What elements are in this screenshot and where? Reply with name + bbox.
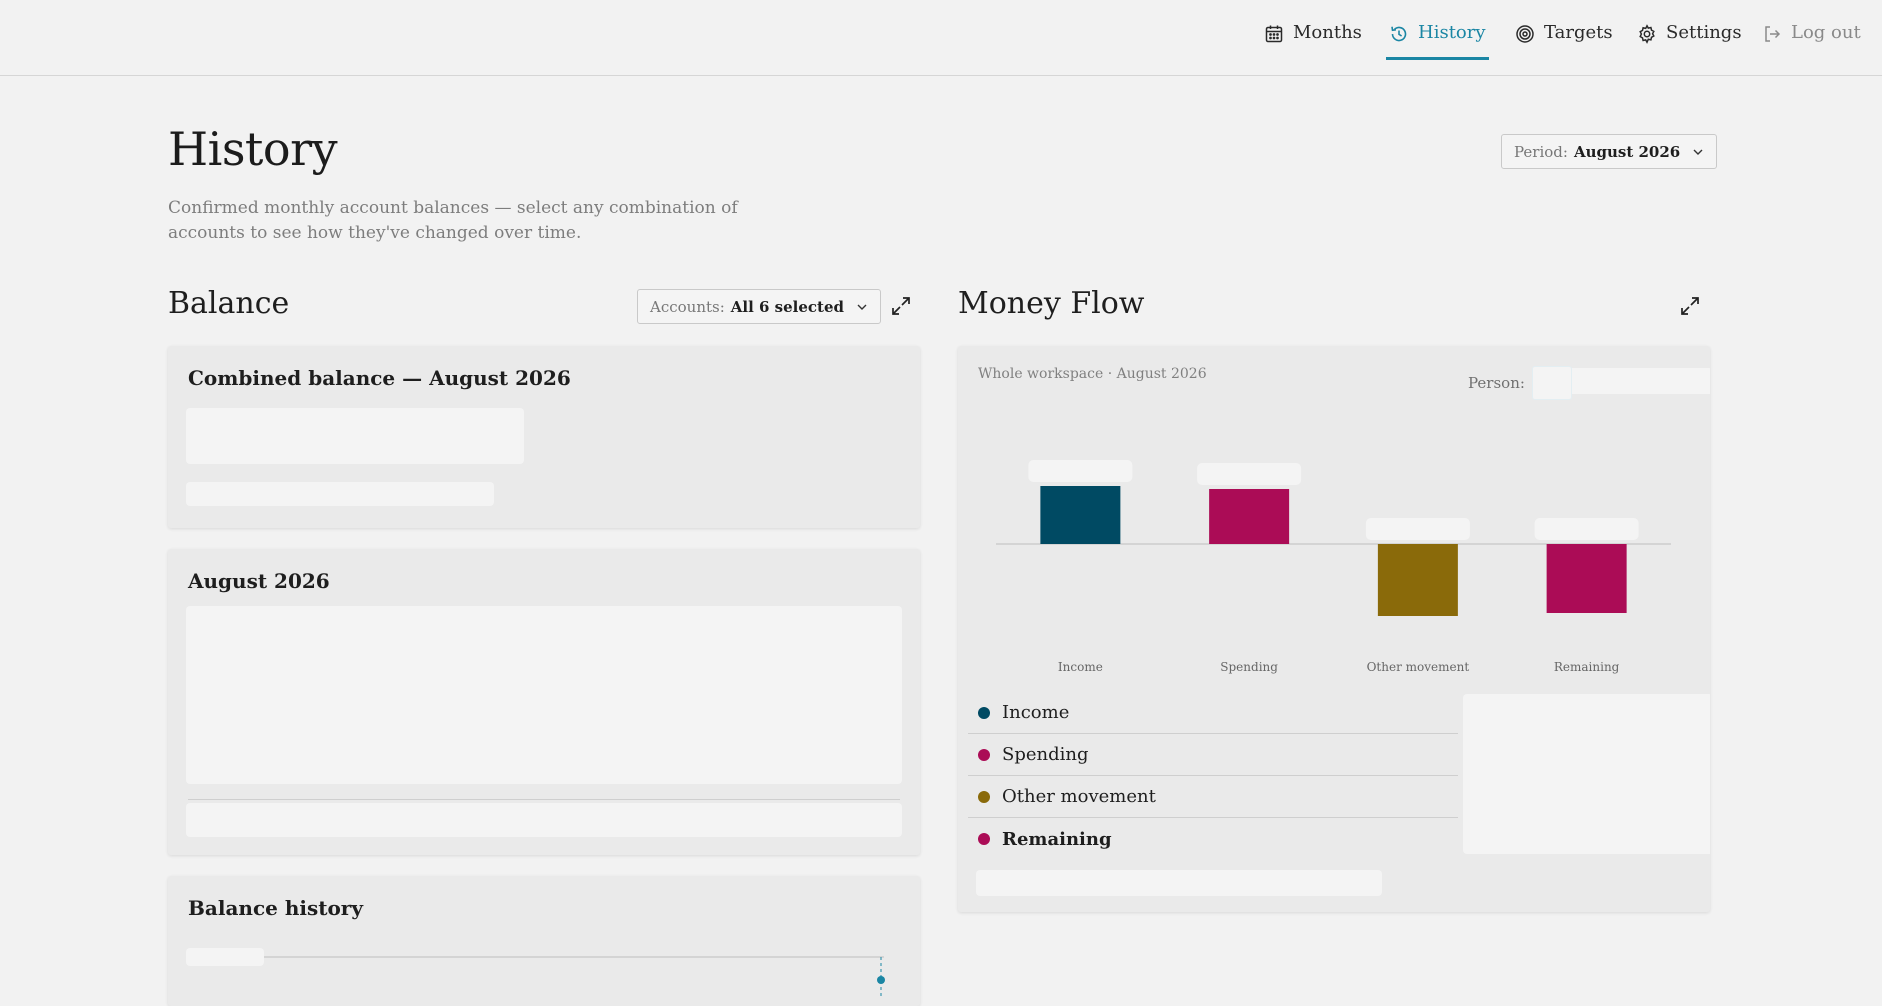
chevron-down-icon	[857, 304, 867, 310]
legend-item: Spending	[968, 734, 1458, 776]
target-icon	[1516, 25, 1534, 43]
legend-dot	[978, 833, 990, 845]
balance-history-axis-placeholder	[186, 948, 264, 966]
money-flow-values-placeholder	[1463, 694, 1710, 854]
legend-label: Spending	[1002, 744, 1089, 765]
period-label: Period:	[1514, 142, 1568, 161]
logout-icon	[1765, 26, 1781, 42]
money-flow-card: Whole workspace · August 2026 Person: In…	[958, 346, 1710, 912]
divider	[188, 799, 900, 800]
accounts-value: All 6 selected	[730, 297, 845, 316]
bar-remaining[interactable]	[1546, 544, 1627, 613]
gear-icon	[1639, 24, 1655, 44]
nav-history[interactable]: History	[1386, 22, 1489, 60]
nav-logout-label: Log out	[1791, 22, 1861, 43]
x-tick-label: Income	[1058, 660, 1103, 674]
combined-balance-card: Combined balance — August 2026	[168, 346, 920, 528]
legend-dot	[978, 748, 990, 761]
period-value: August 2026	[1573, 142, 1681, 161]
period-select[interactable]: Period: August 2026	[1501, 134, 1718, 169]
balance-history-card: Balance history	[168, 876, 920, 1006]
expand-balance-icon[interactable]	[890, 295, 912, 317]
bar-value-placeholder	[1197, 463, 1302, 485]
combined-balance-change-placeholder	[186, 482, 494, 506]
bar-spending[interactable]	[1209, 489, 1290, 544]
page-title: History	[168, 122, 338, 176]
bar-income[interactable]	[1040, 486, 1121, 544]
page-subtitle: Confirmed monthly account balances — sel…	[168, 198, 738, 243]
chevron-down-icon	[1693, 149, 1703, 155]
x-tick-label: Other movement	[1367, 660, 1470, 674]
money-flow-note-placeholder	[976, 870, 1382, 896]
balance-section-title: Balance	[168, 286, 290, 321]
legend-label: Other movement	[1002, 786, 1156, 807]
bar-value-placeholder	[1534, 518, 1639, 540]
money-flow-section-title: Money Flow	[958, 286, 1145, 321]
nav-logout[interactable]: Log out	[1762, 22, 1861, 60]
nav-months[interactable]: Months	[1264, 22, 1362, 60]
month-balance-card: August 2026	[168, 549, 920, 855]
bar-value-placeholder	[1365, 518, 1470, 540]
legend-item: Income	[968, 692, 1458, 734]
x-tick-label: Remaining	[1554, 660, 1620, 674]
legend-dot	[978, 706, 990, 719]
legend-item: Remaining	[968, 818, 1458, 860]
balance-history-chart	[264, 956, 885, 996]
nav-targets[interactable]: Targets	[1515, 22, 1613, 60]
legend-label: Remaining	[1002, 828, 1112, 850]
month-balance-title: August 2026	[188, 569, 330, 593]
month-balance-table-placeholder	[186, 606, 902, 784]
money-flow-chart: Income Spending Other movement Remaining	[996, 460, 1671, 674]
history-icon	[1391, 26, 1407, 42]
legend-dot	[978, 790, 990, 803]
x-tick-label: Spending	[1220, 660, 1278, 674]
accounts-select[interactable]: Accounts: All 6 selected	[637, 289, 882, 324]
accounts-label: Accounts:	[650, 297, 725, 316]
nav-settings-label: Settings	[1666, 22, 1742, 43]
expand-money-flow-icon[interactable]	[1679, 295, 1701, 317]
month-balance-total-placeholder	[186, 803, 902, 837]
bar-value-placeholder	[1028, 460, 1133, 482]
nav-targets-label: Targets	[1544, 22, 1613, 43]
top-navigation: Months History Targets Settings Log out	[0, 0, 1882, 76]
nav-months-label: Months	[1293, 22, 1362, 43]
balance-history-title: Balance history	[188, 896, 363, 920]
nav-history-label: History	[1418, 22, 1486, 43]
calendar-icon	[1265, 25, 1283, 43]
legend-label: Income	[1002, 702, 1070, 723]
bar-other-movement[interactable]	[1377, 544, 1458, 616]
legend-item: Other movement	[968, 776, 1458, 818]
combined-balance-title: Combined balance — August 2026	[188, 366, 571, 390]
combined-balance-amount-placeholder	[186, 408, 524, 464]
nav-settings[interactable]: Settings	[1637, 22, 1742, 60]
